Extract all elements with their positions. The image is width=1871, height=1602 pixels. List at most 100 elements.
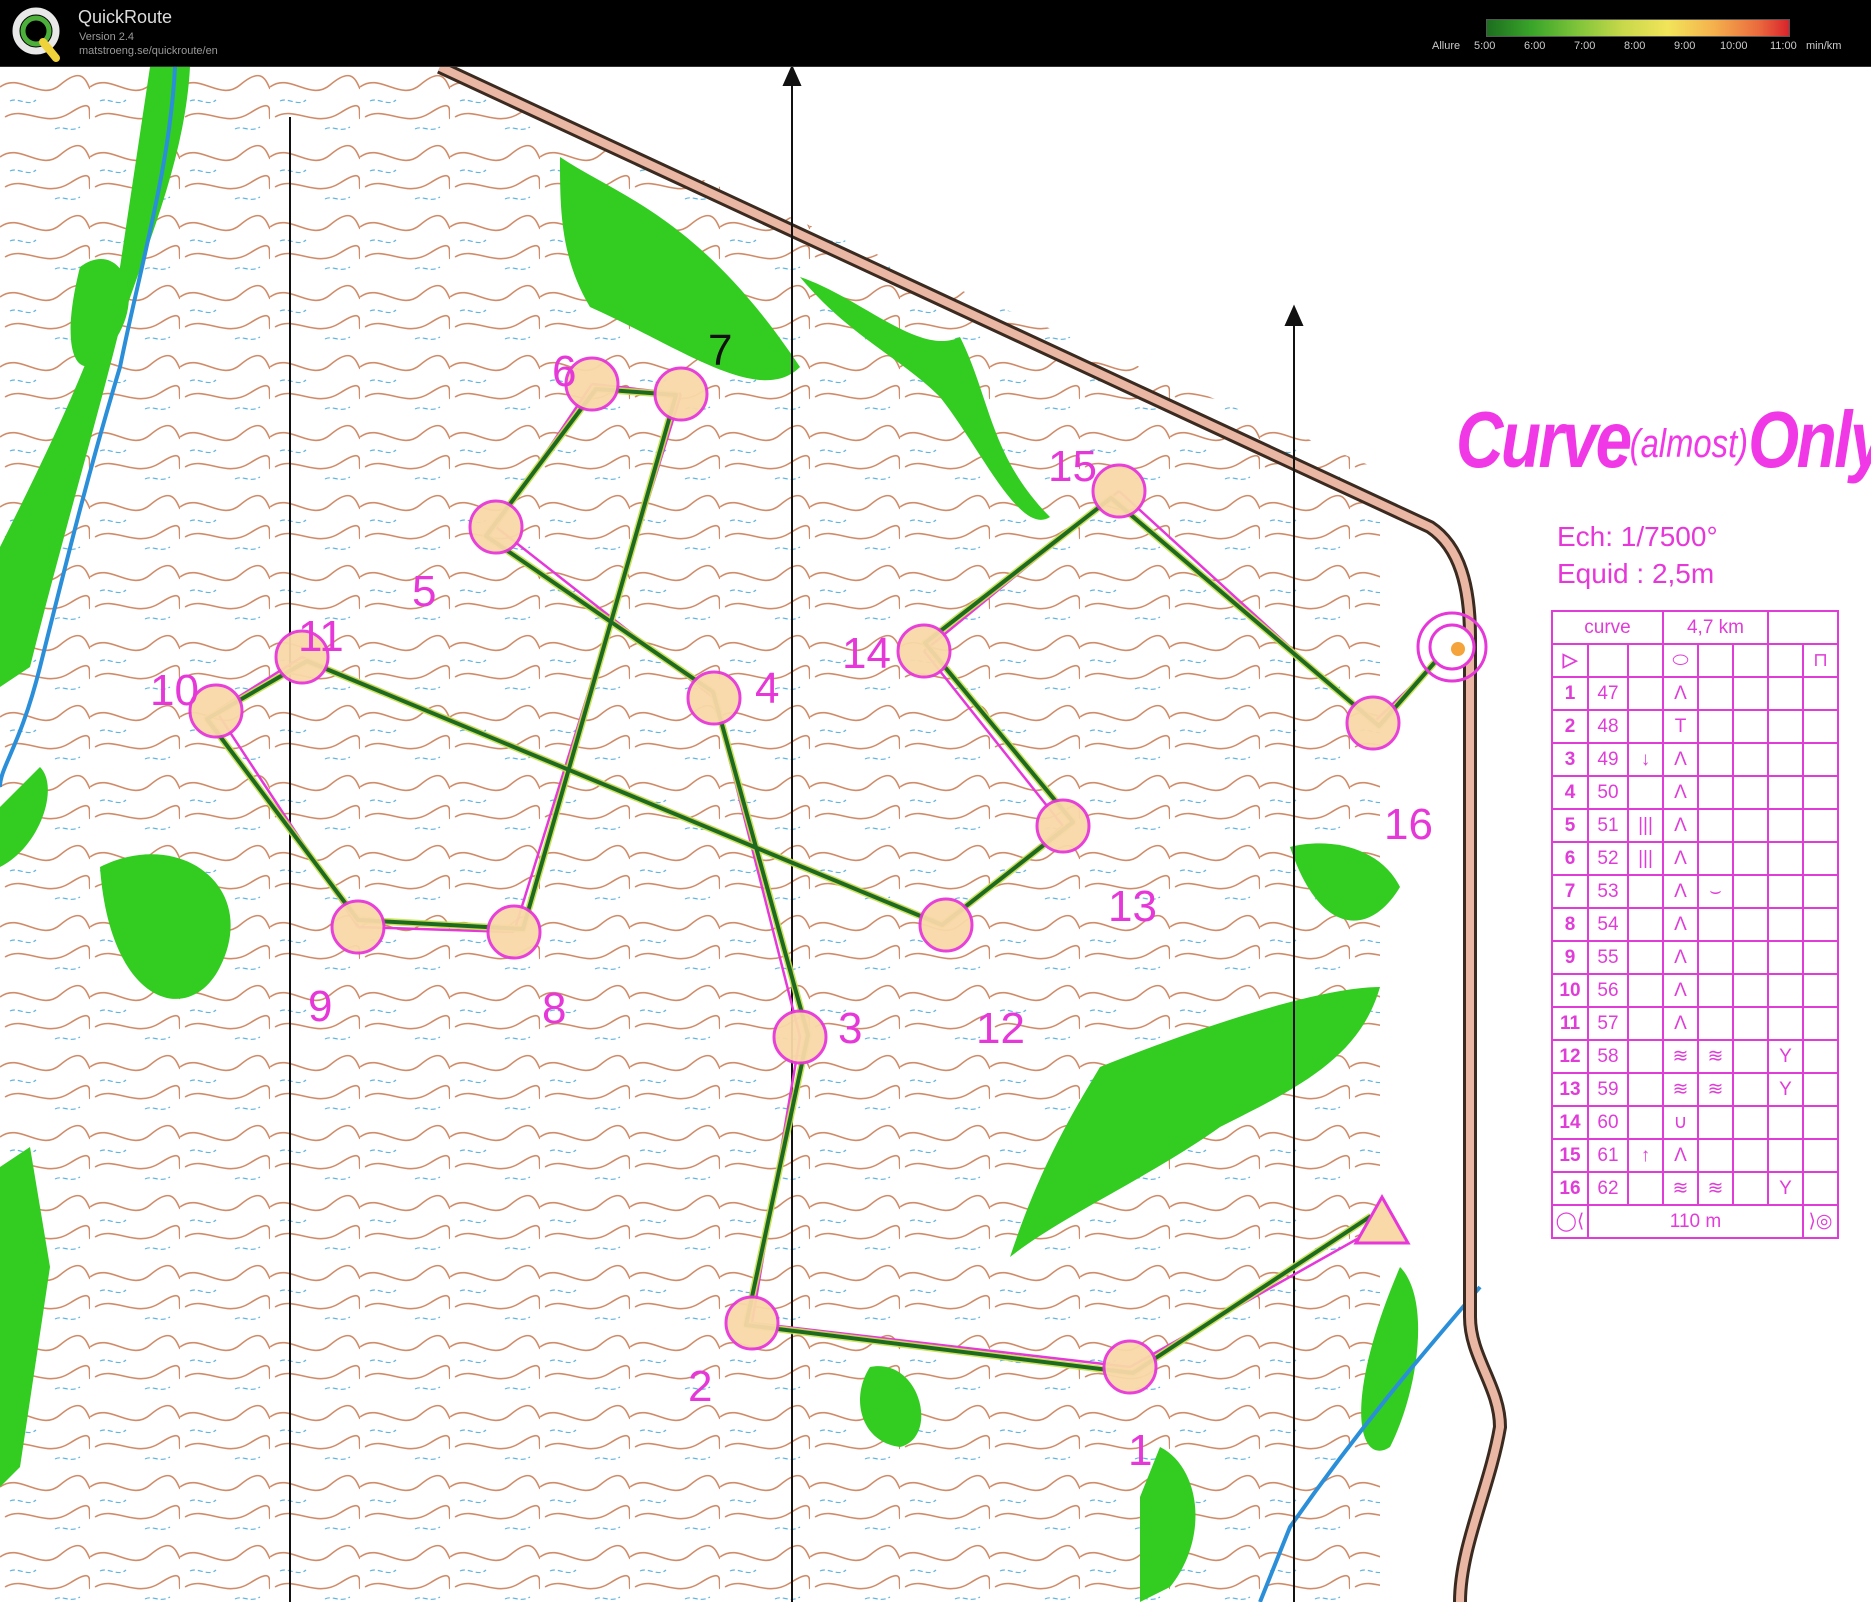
desc-symbol <box>1767 1138 1804 1173</box>
desc-symbol: ↑ <box>1627 1138 1664 1173</box>
desc-control-row: 6 52 ||| Λ <box>1551 841 1839 876</box>
desc-control-code: 50 <box>1587 775 1629 810</box>
finish-funnel-icon: ◯⟨ <box>1551 1204 1589 1239</box>
desc-symbol <box>1732 1138 1769 1173</box>
control-circle <box>486 904 542 960</box>
desc-symbol: Λ <box>1662 874 1699 909</box>
control-number-label: 2 <box>688 1362 713 1411</box>
pace-tick-label: 10:00 <box>1720 40 1748 52</box>
pace-tick-label: 11:00 <box>1770 40 1797 52</box>
desc-symbol: Λ <box>1662 973 1699 1008</box>
desc-control-row: 14 60 ∪ <box>1551 1105 1839 1140</box>
desc-control-row: 5 51 ||| Λ <box>1551 808 1839 843</box>
desc-symbol: ≋ <box>1697 1171 1734 1206</box>
control-number-label: 12 <box>976 1004 1025 1053</box>
desc-symbol: ≋ <box>1662 1072 1699 1107</box>
desc-cell <box>1802 709 1839 744</box>
desc-control-row: 4 50 Λ <box>1551 775 1839 810</box>
desc-control-row: 8 54 Λ <box>1551 907 1839 942</box>
desc-symbol <box>1697 1105 1734 1140</box>
desc-symbol: Λ <box>1662 1138 1699 1173</box>
app-url-link[interactable]: matstroeng.se/quickroute/en <box>79 45 218 57</box>
desc-cell <box>1802 874 1839 909</box>
course-leg-line <box>923 650 1064 827</box>
desc-symbol <box>1767 808 1804 843</box>
desc-cell <box>1802 775 1839 810</box>
desc-symbol <box>1767 907 1804 942</box>
control-circle <box>772 1009 828 1065</box>
desc-symbol <box>1627 1105 1664 1140</box>
desc-finish-distance: 110 m <box>1587 1204 1804 1239</box>
desc-symbol <box>1767 676 1804 711</box>
desc-control-number: 16 <box>1551 1171 1589 1206</box>
desc-symbol <box>1767 709 1804 744</box>
desc-cell <box>1802 1171 1839 1206</box>
desc-cell <box>1627 643 1664 678</box>
desc-control-code: 56 <box>1587 973 1629 1008</box>
control-circle <box>1345 695 1401 751</box>
desc-symbol <box>1767 874 1804 909</box>
desc-symbol <box>1627 775 1664 810</box>
desc-symbol <box>1732 907 1769 942</box>
map-title: Curve(almost)Only <box>1456 398 1871 486</box>
desc-symbol <box>1767 973 1804 1008</box>
desc-symbol: ↓ <box>1627 742 1664 777</box>
desc-symbol <box>1767 742 1804 777</box>
control-number-label: 7 <box>708 326 733 375</box>
desc-control-code: 53 <box>1587 874 1629 909</box>
app-version: Version 2.4 <box>79 31 135 43</box>
desc-control-number: 5 <box>1551 808 1589 843</box>
desc-symbol <box>1732 841 1769 876</box>
desc-cell <box>1802 742 1839 777</box>
control-number-label: 1 <box>1128 1426 1153 1475</box>
desc-cell <box>1802 1072 1839 1107</box>
desc-cell <box>1802 1006 1839 1041</box>
desc-symbol <box>1732 742 1769 777</box>
control-number-label: 8 <box>542 984 567 1033</box>
desc-symbol: ≋ <box>1697 1072 1734 1107</box>
desc-symbol <box>1732 1171 1769 1206</box>
desc-symbol: ||| <box>1627 841 1664 876</box>
desc-control-row: 7 53 Λ ⌣ <box>1551 874 1839 909</box>
app-name: QuickRoute <box>78 7 173 27</box>
desc-control-code: 54 <box>1587 907 1629 942</box>
desc-control-number: 1 <box>1551 676 1589 711</box>
desc-symbol <box>1627 940 1664 975</box>
desc-symbol <box>1627 973 1664 1008</box>
desc-symbol: ⌣ <box>1697 874 1734 909</box>
desc-control-number: 12 <box>1551 1039 1589 1074</box>
desc-control-row: 12 58 ≋ ≋ Y <box>1551 1039 1839 1074</box>
desc-symbol <box>1697 973 1734 1008</box>
desc-symbol <box>1732 1105 1769 1140</box>
desc-symbol <box>1767 841 1804 876</box>
quickroute-logo-icon <box>12 7 60 62</box>
control-number-label: 3 <box>838 1004 863 1053</box>
desc-symbol <box>1697 742 1734 777</box>
desc-cell <box>1802 907 1839 942</box>
pace-tick-label: 8:00 <box>1624 40 1646 52</box>
desc-control-code: 47 <box>1587 676 1629 711</box>
map-scale: Ech: 1/7500° <box>1557 521 1718 552</box>
desc-control-row: 11 57 Λ <box>1551 1006 1839 1041</box>
pace-scale-label: Allure <box>1432 40 1461 52</box>
desc-symbol <box>1767 940 1804 975</box>
start-flag-icon: ⊓ <box>1802 643 1839 678</box>
finish-circle-icon: ⟩◎ <box>1802 1204 1839 1239</box>
desc-cell <box>1732 643 1769 678</box>
gps-route-outline <box>203 385 1452 1377</box>
desc-control-number: 6 <box>1551 841 1589 876</box>
desc-cell <box>1697 643 1734 678</box>
desc-symbol: Y <box>1767 1072 1804 1107</box>
desc-control-row: 15 61 ↑ Λ <box>1551 1138 1839 1173</box>
desc-symbol <box>1697 841 1734 876</box>
pace-tick-label: 9:00 <box>1674 40 1696 52</box>
desc-symbol <box>1697 940 1734 975</box>
pace-color-scale <box>1486 19 1790 37</box>
desc-symbol <box>1627 1006 1664 1041</box>
control-number-label: 5 <box>412 567 437 616</box>
orienteering-map[interactable]: 1 2 3 4 5 6 7 8 9 10 11 12 13 14 15 16 Curve(almost)Onl… <box>0 67 1871 1602</box>
desc-cell <box>1802 940 1839 975</box>
desc-control-number: 9 <box>1551 940 1589 975</box>
ellipse-feature-icon: ⬭ <box>1662 643 1699 678</box>
desc-control-number: 2 <box>1551 709 1589 744</box>
